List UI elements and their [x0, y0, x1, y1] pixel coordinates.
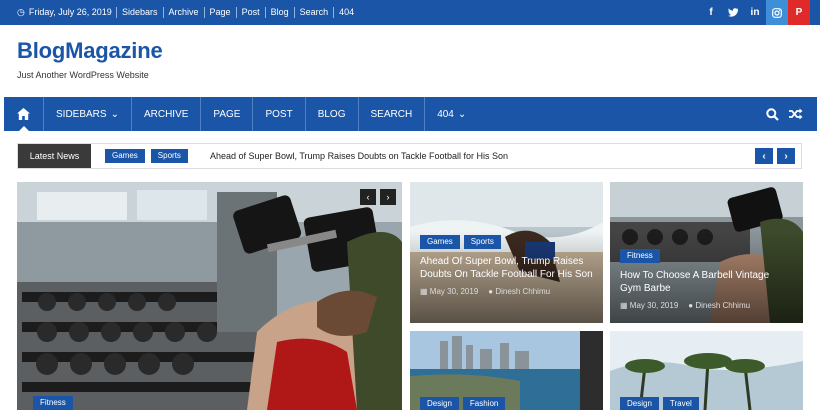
- card-tag-design[interactable]: Design: [620, 397, 659, 410]
- nav-item-label: SIDEBARS: [56, 108, 107, 120]
- site-branding: BlogMagazine Just Another WordPress Webs…: [17, 38, 163, 80]
- card-date: May 30, 2019: [429, 287, 479, 296]
- gym-photo: [17, 182, 402, 410]
- date-text: Friday, July 26, 2019: [28, 7, 112, 17]
- card-tag-games[interactable]: Games: [420, 235, 460, 249]
- calendar-icon: ▦: [620, 301, 628, 310]
- card-tag-fitness[interactable]: Fitness: [33, 396, 73, 410]
- card-tag-fashion[interactable]: Fashion: [462, 397, 506, 410]
- chevron-down-icon: ⌄: [110, 108, 119, 120]
- slider-next-button[interactable]: ›: [380, 189, 396, 205]
- card-date: May 30, 2019: [629, 301, 679, 310]
- twitter-icon[interactable]: [722, 0, 744, 25]
- post-card[interactable]: Games Sports Ahead Of Super Bowl, Trump …: [410, 182, 603, 323]
- nav-item-label: PAGE: [213, 108, 241, 120]
- card-tag-travel[interactable]: Travel: [662, 397, 699, 410]
- nav-item-label: BLOG: [317, 108, 346, 120]
- card-title[interactable]: How To Choose A Barbell Vintage Gym Barb…: [620, 269, 793, 295]
- nav-tools: [766, 97, 803, 131]
- top-link-blog[interactable]: Blog: [264, 7, 294, 18]
- top-link-search[interactable]: Search: [293, 7, 334, 18]
- site-tagline: Just Another WordPress Website: [17, 70, 149, 80]
- post-card[interactable]: Design Travel: [610, 331, 803, 410]
- nav-item-post[interactable]: POST: [253, 97, 306, 131]
- nav-item-search[interactable]: SEARCH: [359, 97, 426, 131]
- ticker-tag-sports[interactable]: Sports: [150, 149, 188, 163]
- card-title[interactable]: Ahead Of Super Bowl, Trump Raises Doubts…: [420, 255, 593, 281]
- pinterest-icon[interactable]: P: [788, 0, 810, 25]
- top-link-archive[interactable]: Archive: [162, 7, 204, 18]
- latest-news-ticker: Latest News Games Sports Ahead of Super …: [17, 143, 802, 169]
- instagram-icon[interactable]: [766, 0, 788, 25]
- top-link-post[interactable]: Post: [235, 7, 265, 18]
- user-icon: ●: [488, 287, 494, 296]
- top-link-404[interactable]: 404: [333, 7, 359, 18]
- card-tag-fitness[interactable]: Fitness: [620, 249, 660, 263]
- nav-item-sidebars[interactable]: SIDEBARS ⌄: [44, 97, 132, 131]
- nav-item-404[interactable]: 404 ⌄: [425, 97, 478, 131]
- card-tag-design[interactable]: Design: [420, 397, 459, 410]
- chevron-down-icon: ⌄: [457, 108, 467, 120]
- nav-item-label: POST: [265, 108, 293, 120]
- top-links: Sidebars Archive Page Post Blog Search 4…: [116, 0, 359, 25]
- ticker-tag-games[interactable]: Games: [105, 149, 145, 163]
- social-icons: f in P: [700, 0, 810, 25]
- ticker-next-button[interactable]: ›: [777, 148, 795, 164]
- home-button[interactable]: [4, 97, 44, 131]
- nav-item-label: 404: [437, 108, 454, 120]
- calendar-icon: ▦: [420, 287, 428, 296]
- nav-item-label: ARCHIVE: [143, 108, 189, 120]
- shuffle-icon[interactable]: [789, 108, 803, 120]
- card-author[interactable]: Dinesh Chhimu: [495, 287, 550, 296]
- top-link-page[interactable]: Page: [203, 7, 236, 18]
- card-author[interactable]: Dinesh Chhimu: [695, 301, 750, 310]
- ticker-headline[interactable]: Ahead of Super Bowl, Trump Raises Doubts…: [210, 144, 508, 168]
- post-card[interactable]: Fitness How To Choose A Barbell Vintage …: [610, 182, 803, 323]
- top-link-sidebars[interactable]: Sidebars: [116, 7, 163, 18]
- slider-prev-button[interactable]: ‹: [360, 189, 376, 205]
- date-display: ◷ Friday, July 26, 2019: [17, 0, 112, 25]
- card-tag-sports[interactable]: Sports: [463, 235, 501, 249]
- top-bar: ◷ Friday, July 26, 2019 Sidebars Archive…: [0, 0, 820, 25]
- main-navigation: SIDEBARS ⌄ ARCHIVE PAGE POST BLOG SEARCH…: [4, 97, 817, 131]
- linkedin-icon[interactable]: in: [744, 0, 766, 25]
- nav-item-archive[interactable]: ARCHIVE: [132, 97, 202, 131]
- facebook-icon[interactable]: f: [700, 0, 722, 25]
- user-icon: ●: [688, 301, 694, 310]
- post-card[interactable]: Design Fashion: [410, 331, 603, 410]
- home-icon: [17, 108, 30, 120]
- nav-item-page[interactable]: PAGE: [201, 97, 254, 131]
- nav-item-blog[interactable]: BLOG: [306, 97, 359, 131]
- latest-news-label: Latest News: [18, 144, 91, 168]
- nav-item-label: SEARCH: [370, 108, 413, 120]
- ticker-prev-button[interactable]: ‹: [755, 148, 773, 164]
- search-icon[interactable]: [766, 107, 779, 121]
- clock-icon: ◷: [17, 7, 25, 17]
- feature-slider[interactable]: ‹ › Fitness: [17, 182, 402, 410]
- site-title[interactable]: BlogMagazine: [17, 38, 163, 64]
